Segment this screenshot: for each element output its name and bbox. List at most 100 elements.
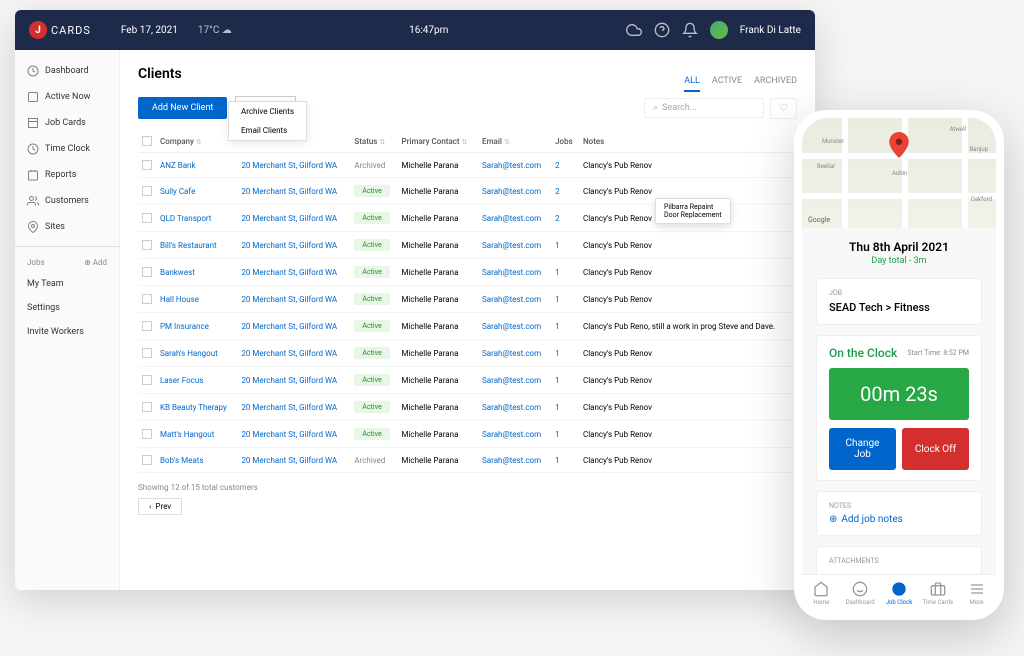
email-link[interactable]: Sarah@test.com: [482, 161, 541, 170]
table-row[interactable]: Laser Focus 20 Merchant St, Gilford WA A…: [138, 367, 797, 394]
table-row[interactable]: ANZ Bank 20 Merchant St, Gilford WA Arch…: [138, 153, 797, 178]
company-link[interactable]: Sarah's Hangout: [160, 349, 218, 358]
help-icon[interactable]: [654, 22, 670, 38]
nav-job-cards[interactable]: Job Cards: [15, 110, 119, 136]
jobs-count[interactable]: 1: [555, 376, 560, 385]
email-link[interactable]: Sarah@test.com: [482, 322, 541, 331]
email-link[interactable]: Sarah@test.com: [482, 214, 541, 223]
jobs-count[interactable]: 2: [555, 187, 560, 196]
jobs-count[interactable]: 1: [555, 430, 560, 439]
jobs-count[interactable]: 2: [555, 214, 560, 223]
company-link[interactable]: QLD Transport: [160, 214, 211, 223]
tab-job-clock[interactable]: Job Clock: [880, 581, 919, 606]
company-link[interactable]: Bob's Meats: [160, 456, 203, 465]
email-link[interactable]: Sarah@test.com: [482, 268, 541, 277]
nav-my-team[interactable]: My Team: [15, 272, 119, 296]
table-row[interactable]: KB Beauty Therapy 20 Merchant St, Gilfor…: [138, 394, 797, 421]
tab-all[interactable]: ALL: [684, 72, 700, 92]
tab-more[interactable]: More: [957, 581, 996, 606]
company-link[interactable]: Sully Cafe: [160, 187, 195, 196]
address-link[interactable]: 20 Merchant St, Gilford WA: [241, 456, 337, 465]
jobs-count[interactable]: 1: [555, 268, 560, 277]
jobs-count[interactable]: 1: [555, 403, 560, 412]
nav-settings[interactable]: Settings: [15, 296, 119, 320]
row-checkbox[interactable]: [142, 294, 152, 304]
col-contact[interactable]: Primary Contact⇅: [398, 130, 479, 153]
nav-customers[interactable]: Customers: [15, 188, 119, 214]
bell-icon[interactable]: [682, 22, 698, 38]
tab-dashboard[interactable]: Dashboard: [841, 581, 880, 606]
row-checkbox[interactable]: [142, 429, 152, 439]
nav-sites[interactable]: Sites: [15, 214, 119, 240]
company-link[interactable]: KB Beauty Therapy: [160, 403, 227, 412]
company-link[interactable]: Bankwest: [160, 268, 195, 277]
tab-time-cards[interactable]: Time Cards: [918, 581, 957, 606]
change-job-button[interactable]: Change Job: [829, 428, 896, 470]
select-all-checkbox[interactable]: [142, 136, 152, 146]
clock-off-button[interactable]: Clock Off: [902, 428, 969, 470]
email-link[interactable]: Sarah@test.com: [482, 349, 541, 358]
jobs-count[interactable]: 1: [555, 349, 560, 358]
table-row[interactable]: Bob's Meats 20 Merchant St, Gilford WA A…: [138, 448, 797, 473]
tab-active[interactable]: ACTIVE: [712, 72, 742, 92]
row-checkbox[interactable]: [142, 375, 152, 385]
row-checkbox[interactable]: [142, 186, 152, 196]
table-row[interactable]: Bill's Restaurant 20 Merchant St, Gilfor…: [138, 232, 797, 259]
email-link[interactable]: Sarah@test.com: [482, 241, 541, 250]
address-link[interactable]: 20 Merchant St, Gilford WA: [241, 268, 337, 277]
email-link[interactable]: Sarah@test.com: [482, 295, 541, 304]
address-link[interactable]: 20 Merchant St, Gilford WA: [241, 187, 337, 196]
address-link[interactable]: 20 Merchant St, Gilford WA: [241, 403, 337, 412]
menu-email-clients[interactable]: Email Clients: [229, 121, 306, 140]
table-row[interactable]: PM Insurance 20 Merchant St, Gilford WA …: [138, 313, 797, 340]
address-link[interactable]: 20 Merchant St, Gilford WA: [241, 349, 337, 358]
row-checkbox[interactable]: [142, 213, 152, 223]
company-link[interactable]: ANZ Bank: [160, 161, 196, 170]
row-checkbox[interactable]: [142, 321, 152, 331]
email-link[interactable]: Sarah@test.com: [482, 376, 541, 385]
nav-invite-workers[interactable]: Invite Workers: [15, 320, 119, 344]
nav-active-now[interactable]: Active Now: [15, 84, 119, 110]
address-link[interactable]: 20 Merchant St, Gilford WA: [241, 214, 337, 223]
row-checkbox[interactable]: [142, 160, 152, 170]
address-link[interactable]: 20 Merchant St, Gilford WA: [241, 322, 337, 331]
jobs-count[interactable]: 1: [555, 456, 560, 465]
table-row[interactable]: Hall House 20 Merchant St, Gilford WA Ac…: [138, 286, 797, 313]
username[interactable]: Frank Di Latte: [740, 25, 801, 36]
jobs-count[interactable]: 1: [555, 295, 560, 304]
company-link[interactable]: Hall House: [160, 295, 199, 304]
menu-archive-clients[interactable]: Archive Clients: [229, 102, 306, 121]
avatar[interactable]: [710, 21, 728, 39]
address-link[interactable]: 20 Merchant St, Gilford WA: [241, 295, 337, 304]
jobs-count[interactable]: 1: [555, 322, 560, 331]
nav-reports[interactable]: Reports: [15, 162, 119, 188]
company-link[interactable]: Matt's Hangout: [160, 430, 214, 439]
tab-home[interactable]: Home: [802, 581, 841, 606]
company-link[interactable]: PM Insurance: [160, 322, 209, 331]
email-link[interactable]: Sarah@test.com: [482, 456, 541, 465]
jobs-count[interactable]: 2: [555, 161, 560, 170]
add-notes-button[interactable]: ⊕ Add job notes: [829, 514, 969, 525]
row-checkbox[interactable]: [142, 455, 152, 465]
col-jobs[interactable]: Jobs: [551, 130, 579, 153]
address-link[interactable]: 20 Merchant St, Gilford WA: [241, 161, 337, 170]
address-link[interactable]: 20 Merchant St, Gilford WA: [241, 376, 337, 385]
row-checkbox[interactable]: [142, 267, 152, 277]
add-job-button[interactable]: ⊕ Add: [84, 258, 107, 267]
table-row[interactable]: Matt's Hangout 20 Merchant St, Gilford W…: [138, 421, 797, 448]
table-row[interactable]: Bankwest 20 Merchant St, Gilford WA Acti…: [138, 259, 797, 286]
email-link[interactable]: Sarah@test.com: [482, 403, 541, 412]
company-link[interactable]: Laser Focus: [160, 376, 203, 385]
map-view[interactable]: Munster Atwell Beeliar Aubin Banjup Oakf…: [802, 118, 996, 228]
search-input[interactable]: ⌕ Search...: [644, 98, 764, 118]
favorite-button[interactable]: ♡: [770, 98, 797, 119]
col-notes[interactable]: Notes: [579, 130, 797, 153]
tab-archived[interactable]: ARCHIVED: [754, 72, 797, 92]
table-row[interactable]: Sarah's Hangout 20 Merchant St, Gilford …: [138, 340, 797, 367]
row-checkbox[interactable]: [142, 240, 152, 250]
address-link[interactable]: 20 Merchant St, Gilford WA: [241, 430, 337, 439]
prev-button[interactable]: ‹ Prev: [138, 498, 182, 515]
add-client-button[interactable]: Add New Client: [138, 97, 227, 119]
jobs-count[interactable]: 1: [555, 241, 560, 250]
row-checkbox[interactable]: [142, 348, 152, 358]
